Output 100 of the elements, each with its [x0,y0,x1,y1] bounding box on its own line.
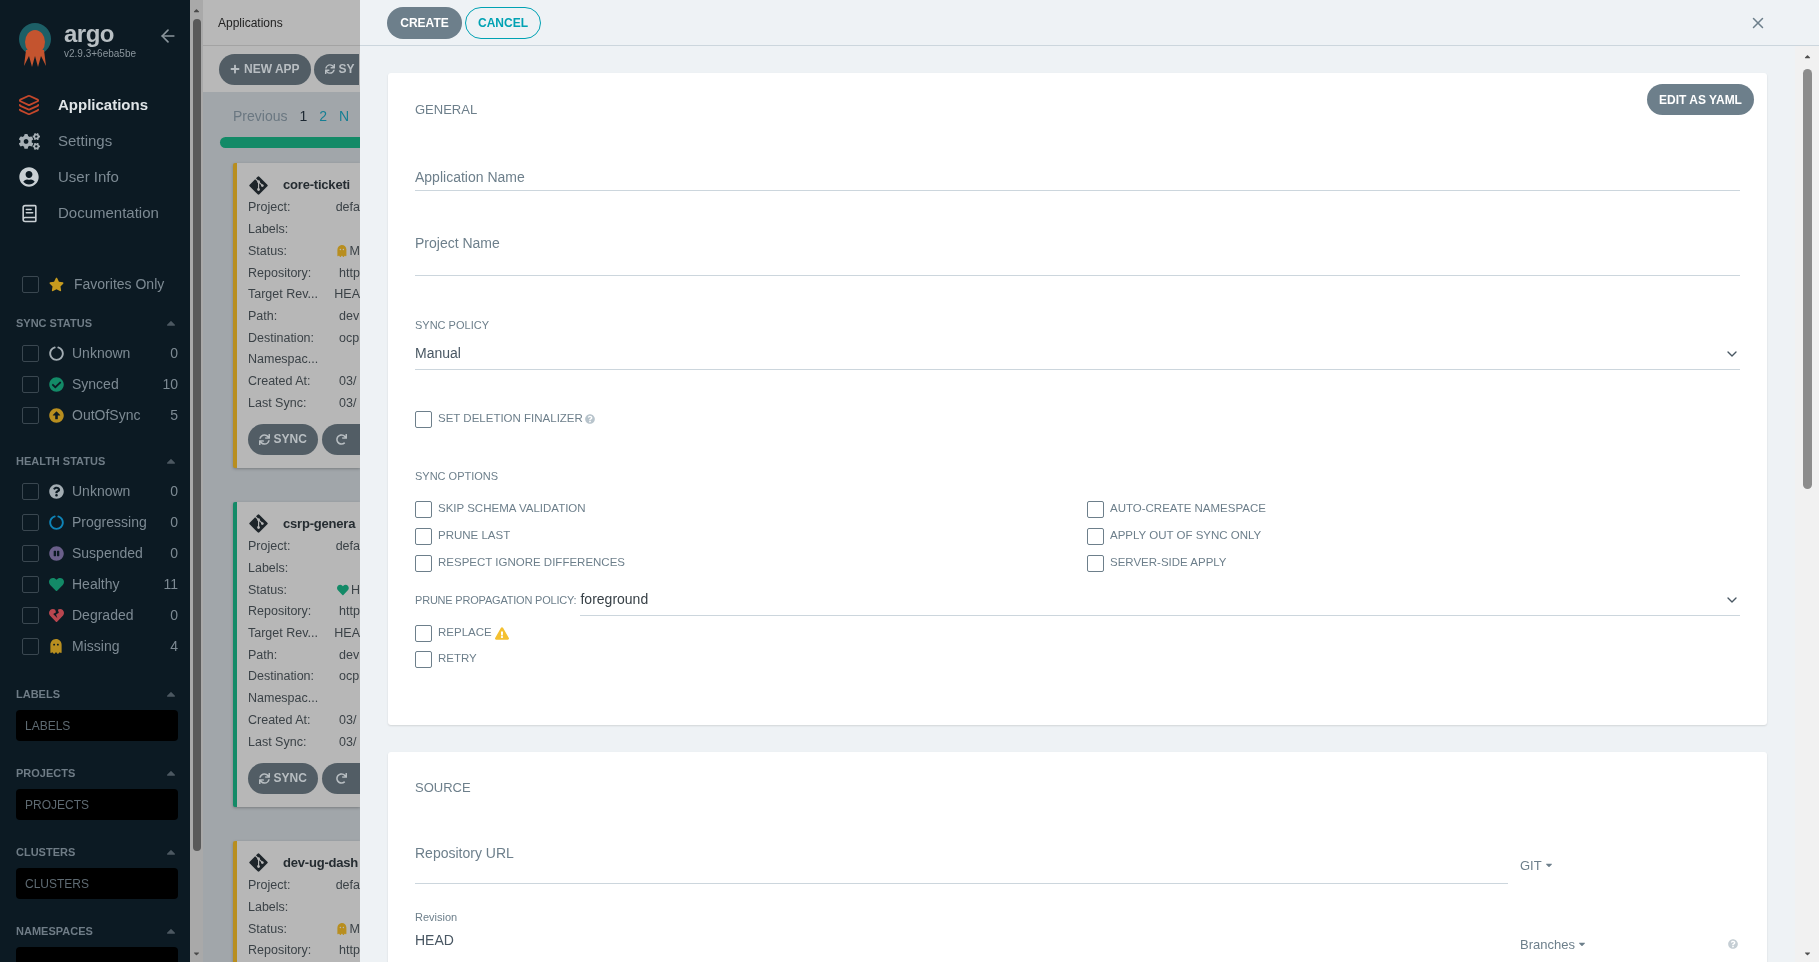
checkbox[interactable] [22,483,39,500]
field-label: Last Sync: [248,733,308,751]
ring-icon [49,515,64,530]
checkbox[interactable] [1087,554,1104,572]
filter-field[interactable]: LABELS [16,710,178,741]
checkbox[interactable] [22,576,39,593]
nav-item[interactable]: Documentation [16,202,178,224]
edit-yaml-button[interactable]: EDIT AS YAML [1647,84,1754,115]
scrollbar[interactable] [1795,46,1819,962]
repository-url-field[interactable]: Repository URL [415,842,1508,884]
checkbox[interactable] [22,607,39,624]
filter-field[interactable]: CLUSTERS [16,868,178,899]
scroll-down-icon[interactable] [192,949,201,958]
nav-item[interactable]: Applications [16,94,178,116]
checkbox[interactable] [22,276,39,293]
filter-option-label: Synced [72,375,119,394]
checkbox[interactable] [22,638,39,655]
help-icon[interactable] [1728,939,1738,949]
field-value: defa [335,199,360,217]
checkbox[interactable] [415,527,432,545]
checkbox[interactable] [22,376,39,393]
checkbox-label: SKIP SCHEMA VALIDATION [438,501,586,517]
checkbox[interactable] [1087,527,1104,545]
question-icon [49,484,64,499]
toolbar-button[interactable]: NEW APP [219,53,311,85]
checkbox[interactable] [1087,500,1104,518]
refresh-button[interactable] [322,423,360,455]
checkbox[interactable] [22,407,39,424]
diamond-branch-icon [248,513,269,535]
field-value: H [350,581,360,599]
logo-wordmark: argo [64,22,115,46]
page-link[interactable]: 1 [299,105,308,127]
filter-section-title: PROJECTS [16,765,76,781]
field-label: Namespac... [248,351,320,369]
filter-section-title: CLUSTERS [16,844,76,860]
sync-policy-select[interactable]: Manual [415,338,1740,370]
checkbox-label: AUTO-CREATE NAMESPACE [1110,501,1266,517]
scrollbar-thumb[interactable] [192,19,201,851]
app-card-title: dev-ug-dash [283,854,359,872]
checkbox[interactable] [415,410,432,428]
filter-option-label: Unknown [72,344,131,363]
scrollbar[interactable] [190,0,203,962]
application-name-field[interactable]: Application Name [415,163,1740,191]
project-name-field[interactable]: Project Name [415,233,1740,276]
field-value: http [339,264,360,282]
checkbox[interactable] [22,545,39,562]
field-label: Status: [248,581,288,599]
app-card[interactable]: core-ticketi Project: defa Labels: Status: M Repository: http Target Rev... HEA Path: dev Destination: ocp Namespac... Created At: 03/ Last Sync: 03/ SYNC [233,163,360,468]
repo-type-dropdown[interactable]: GIT [1520,855,1554,875]
scroll-up-icon[interactable] [192,6,201,15]
scroll-down-icon[interactable] [1802,949,1812,958]
filter-section-title: LABELS [16,686,60,702]
field-label: Destination: [248,668,315,686]
revision-field[interactable]: HEAD [415,930,1508,952]
checkbox[interactable] [415,624,432,642]
section-title: SOURCE [415,780,472,796]
ghost-icon [336,245,347,258]
field-label: Project: [248,538,292,556]
diamond-branch-icon [248,852,269,874]
favorites-label: Favorites Only [74,275,165,294]
filter-option-label: Unknown [72,482,131,501]
prune-policy-select[interactable]: foreground [580,584,1740,616]
ring-icon [49,346,64,361]
nav-item[interactable]: User Info [16,166,178,188]
scrollbar-thumb[interactable] [1802,69,1812,489]
filter-option-label: Suspended [72,544,143,563]
field-label: Target Rev... [248,286,319,304]
field-label: Created At: [248,711,312,729]
app-card[interactable]: csrp-genera Project: defa Labels: Status: H Repository: http Target Rev... HEA Path: dev Destination: ocp Namespac... Created At: 03/ Last Sync: 03/ SYNC [233,501,360,807]
checkbox[interactable] [415,554,432,572]
revision-type-dropdown[interactable]: Branches [1520,936,1587,952]
field-label: Project: [248,877,292,895]
filter-option-label: Progressing [72,513,147,532]
toolbar-button[interactable]: SY [313,53,359,85]
field-label: Namespac... [248,690,320,708]
sync-button[interactable]: SYNC [248,423,319,455]
field-label: Created At: [248,372,312,390]
create-button[interactable]: CREATE [387,6,462,39]
section-title: GENERAL [415,102,479,118]
filter-count: 4 [170,637,178,656]
field-value: defa [335,877,360,895]
sync-button[interactable]: SYNC [248,762,319,794]
checkbox[interactable] [22,514,39,531]
sync-icon [259,433,271,445]
checkbox[interactable] [415,500,432,518]
checkbox-label: SET DELETION FINALIZER [438,411,583,427]
field-value: dev [339,307,360,325]
field-label: Destination: [248,329,315,347]
checkbox-label: APPLY OUT OF SYNC ONLY [1110,528,1262,544]
checkbox[interactable] [415,650,432,668]
help-icon[interactable] [584,414,595,424]
version-label: v2.9.3+6eba5be [64,48,136,60]
filter-field[interactable]: PROJECTS [16,789,178,820]
scroll-up-icon[interactable] [1802,52,1812,61]
nav-item[interactable]: Settings [16,130,178,152]
app-card[interactable]: dev-ug-dash Project: defa Labels: Status: M Repository: http [233,840,360,962]
field-value: http [339,942,360,960]
refresh-button[interactable] [322,762,360,794]
checkbox-label: RESPECT IGNORE DIFFERENCES [438,555,625,571]
checkbox[interactable] [22,345,39,362]
